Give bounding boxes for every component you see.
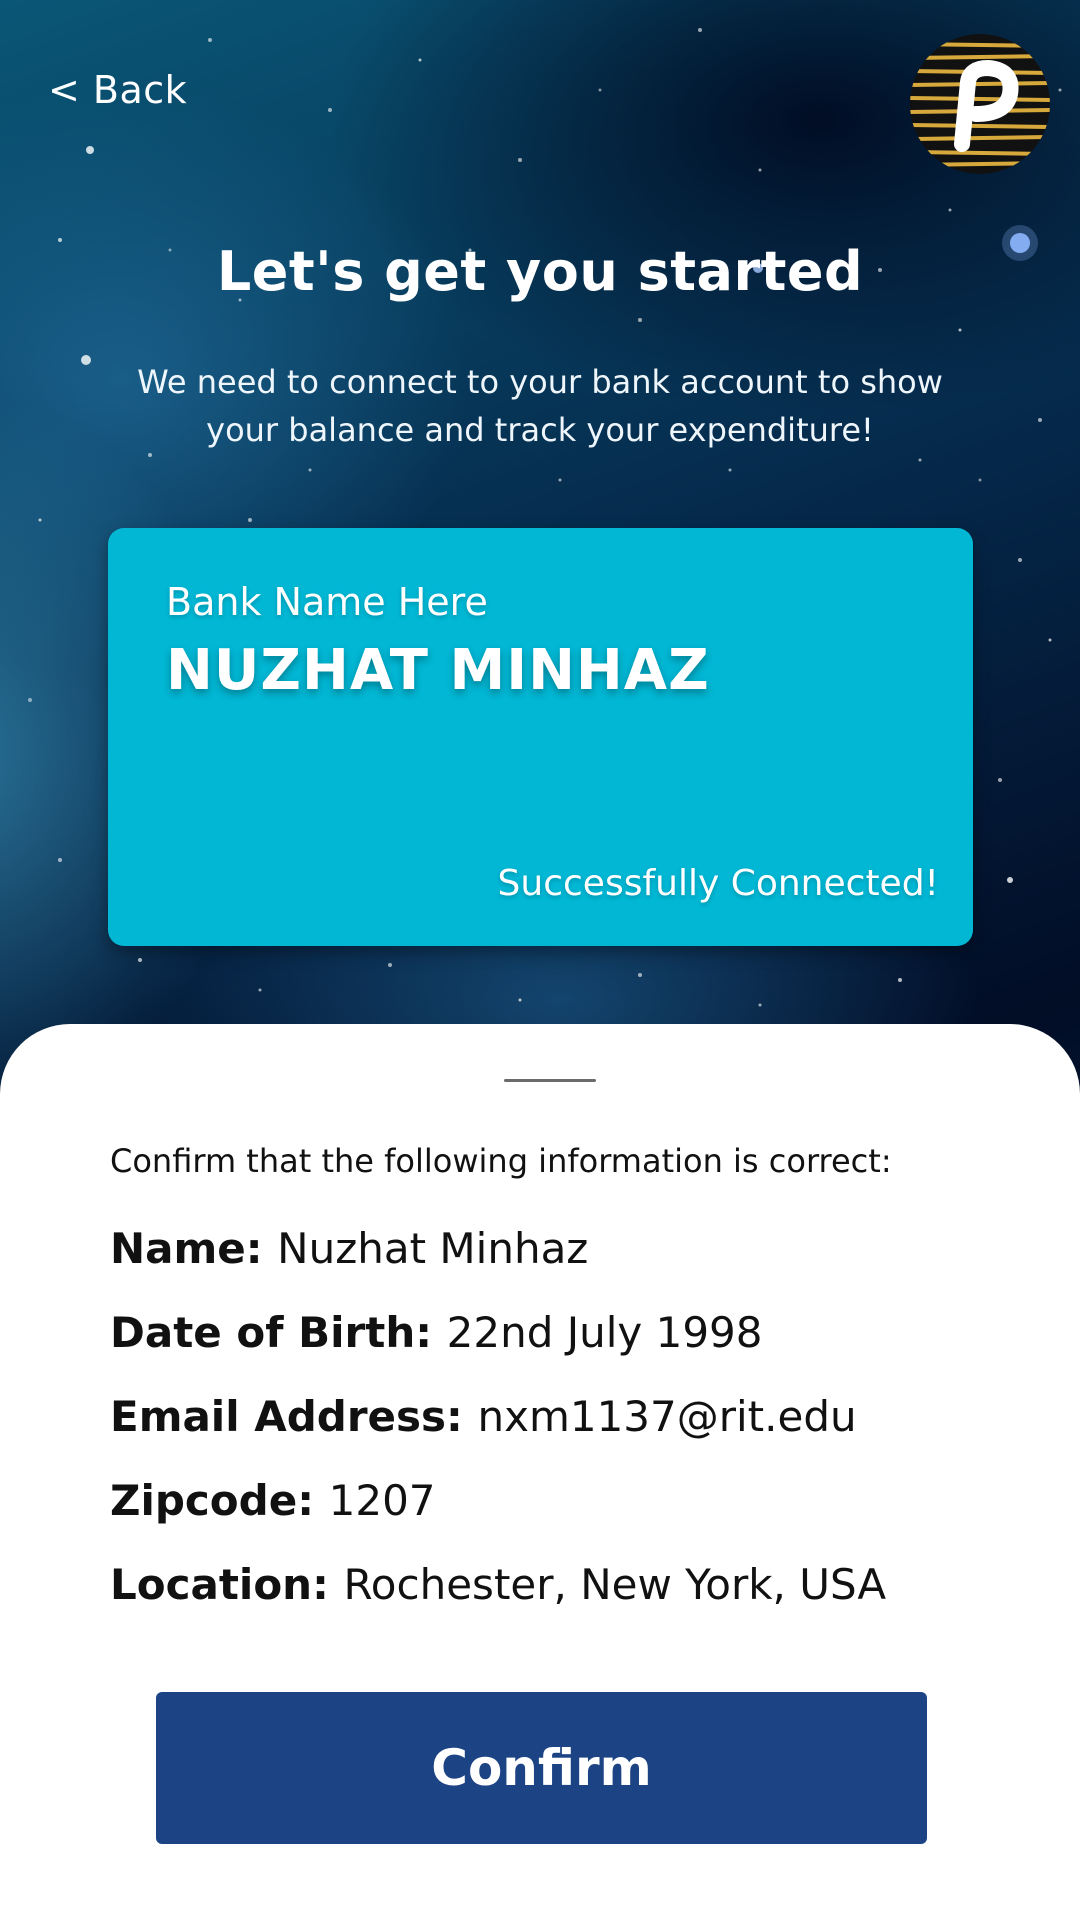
confirm-sheet: Confirm that the following information i… xyxy=(0,1024,1080,1920)
connection-status: Successfully Connected! xyxy=(497,863,939,904)
card-holder-name: NUZHAT MINHAZ xyxy=(166,638,710,703)
p-logo-icon xyxy=(910,34,1050,174)
sheet-drag-handle[interactable] xyxy=(504,1079,596,1082)
bank-name: Bank Name Here xyxy=(166,580,488,624)
page-title: Let's get you started xyxy=(216,240,864,303)
bank-card: Bank Name Here NUZHAT MINHAZ Successfull… xyxy=(108,528,973,946)
back-button[interactable]: < Back xyxy=(48,68,187,112)
info-label: Location: xyxy=(110,1560,344,1609)
info-value: Nuzhat Minhaz xyxy=(277,1224,589,1273)
info-value: 22nd July 1998 xyxy=(446,1308,763,1357)
bank-connect-screen: < Back Let's get you started We need to … xyxy=(0,0,1080,1920)
info-row-name: Name: Nuzhat Minhaz xyxy=(110,1224,1010,1308)
info-label: Name: xyxy=(110,1224,278,1273)
info-value: 1207 xyxy=(328,1476,436,1525)
info-label: Date of Birth: xyxy=(110,1308,447,1357)
info-list: Name: Nuzhat Minhaz Date of Birth: 22nd … xyxy=(110,1224,1010,1644)
info-value: nxm1137@rit.edu xyxy=(477,1392,857,1441)
info-row-email: Email Address: nxm1137@rit.edu xyxy=(110,1392,1010,1476)
info-row-zipcode: Zipcode: 1207 xyxy=(110,1476,1010,1560)
page-subtitle: We need to connect to your bank account … xyxy=(137,363,943,449)
info-label: Zipcode: xyxy=(110,1476,329,1525)
confirm-button[interactable]: Confirm xyxy=(156,1692,927,1844)
info-row-location: Location: Rochester, New York, USA xyxy=(110,1560,1010,1644)
info-row-date-of-birth: Date of Birth: 22nd July 1998 xyxy=(110,1308,1010,1392)
info-value: Rochester, New York, USA xyxy=(343,1560,887,1609)
info-label: Email Address: xyxy=(110,1392,478,1441)
confirm-prompt: Confirm that the following information i… xyxy=(110,1142,892,1180)
